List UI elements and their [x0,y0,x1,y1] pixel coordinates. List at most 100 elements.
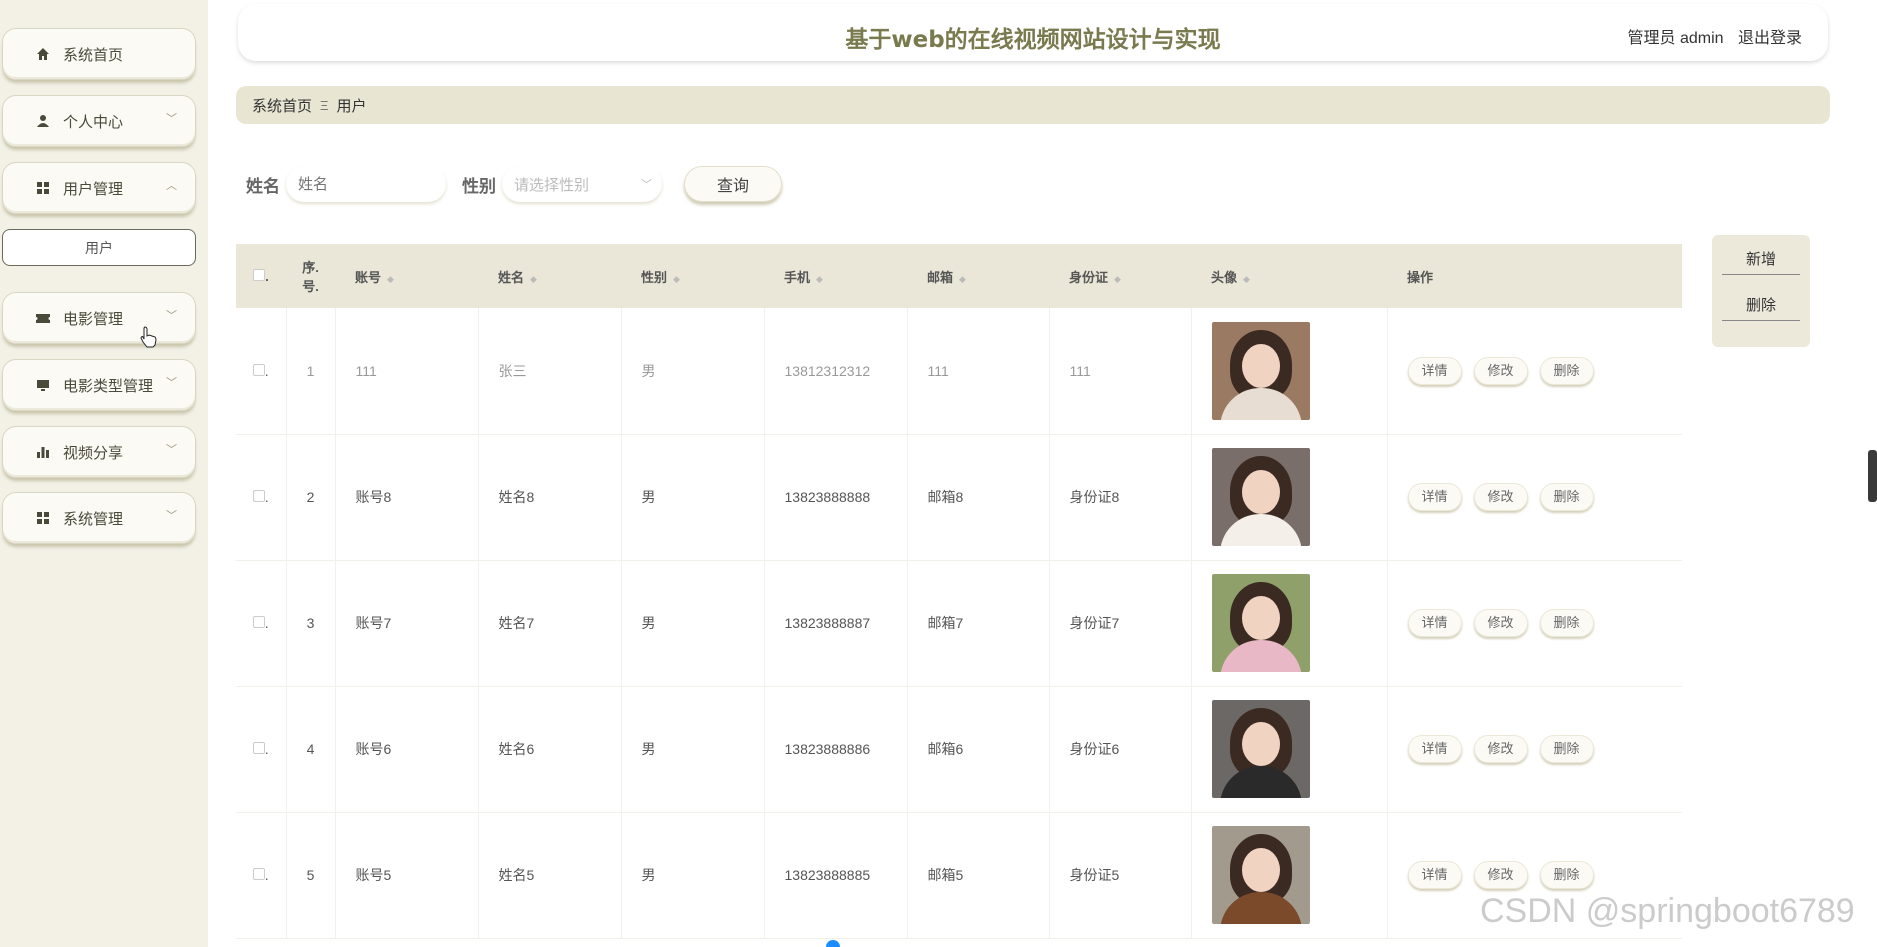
edit-button[interactable]: 修改 [1473,735,1528,763]
menu-item-movie-management[interactable]: 电影管理 ﹀ [2,292,196,344]
sort-icon[interactable]: ◆ [959,274,966,284]
avatar-face [1241,596,1280,640]
header-account[interactable]: 账号 ◆ [335,244,478,308]
row-index: 4 [286,686,336,813]
menu-item-system-management[interactable]: 系统管理 ﹀ [2,492,196,544]
row-name: 姓名6 [478,686,622,813]
row-email: 邮箱7 [907,560,1050,687]
row-checkbox[interactable] [252,868,265,880]
row-name: 姓名8 [478,434,622,561]
menu-label: 系统首页 [63,46,124,64]
detail-button[interactable]: 详情 [1407,861,1462,889]
admin-user-label: 管理员 admin [1627,30,1724,47]
row-delete-button[interactable]: 删除 [1539,735,1594,763]
row-name: 姓名5 [478,812,622,939]
row-account: 111 [335,308,479,435]
edit-button[interactable]: 修改 [1473,356,1528,385]
submenu-item-user[interactable]: 用户 [2,229,196,266]
detail-button[interactable]: 详情 [1407,356,1462,385]
select-all-checkbox[interactable] [253,268,266,281]
monitor-icon [35,377,51,393]
row-avatar-cell [1191,812,1388,939]
query-button[interactable]: 查询 [684,166,782,202]
row-delete-button[interactable]: 删除 [1539,483,1594,511]
row-gender: 男 [621,308,765,435]
app-title: 基于web的在线视频网站设计与实现 [845,27,1221,53]
grid-icon [35,510,51,526]
side-action-panel: 新增 删除 [1712,235,1810,347]
select-all-header[interactable]: . [236,244,286,308]
sort-icon[interactable]: ◆ [816,274,823,284]
row-checkbox[interactable] [252,490,265,502]
sort-icon[interactable]: ◆ [530,274,537,284]
row-actions: 详情 修改 删除 [1387,434,1682,561]
sort-icon[interactable]: ◆ [387,274,394,284]
menu-item-user-management[interactable]: 用户管理 ︿ [2,162,196,214]
name-search-input[interactable] [286,166,446,202]
menu-item-video-share[interactable]: 视频分享 ﹀ [2,426,196,478]
avatar-face [1241,343,1280,388]
avatar-image [1211,448,1310,546]
menu-item-home[interactable]: 系统首页 [2,28,196,80]
header-phone[interactable]: 手机 ◆ [764,244,907,308]
row-delete-button[interactable]: 删除 [1539,356,1594,385]
avatar-face [1241,848,1280,892]
row-checkbox[interactable] [252,616,265,628]
add-button[interactable]: 新增 [1722,243,1800,275]
row-index: 1 [286,308,336,435]
row-id-card: 身份证5 [1049,812,1192,939]
detail-button[interactable]: 详情 [1407,483,1462,511]
header-avatar[interactable]: 头像 ◆ [1191,244,1387,308]
table-row: . 5 账号5 姓名5 男 13823888885 邮箱5 身份证5 详情 修改删… [236,812,1682,939]
chevron-down-icon: ﹀ [166,510,177,522]
avatar-image [1211,321,1310,420]
search-form: 姓名 性别 请选择性别 ﹀ 查询 [246,166,782,202]
user-icon [35,113,51,129]
row-id-card: 111 [1049,308,1192,435]
sort-icon[interactable]: ◆ [1243,274,1250,284]
sort-icon[interactable]: ◆ [1114,274,1121,284]
row-avatar-cell [1191,686,1388,813]
detail-button[interactable]: 详情 [1407,609,1462,637]
row-account: 账号6 [335,686,479,813]
edit-button[interactable]: 修改 [1473,483,1528,511]
row-delete-button[interactable]: 删除 [1539,609,1594,637]
logout-link[interactable]: 退出登录 [1738,30,1802,47]
row-checkbox-cell[interactable]: . [236,686,287,813]
row-checkbox-cell[interactable]: . [236,812,287,939]
table-row: . 3 账号7 姓名7 男 13823888887 邮箱7 身份证7 详情 修改删… [236,560,1682,687]
row-checkbox-cell[interactable]: . [236,560,287,687]
edit-button[interactable]: 修改 [1473,609,1528,637]
hand-cursor-icon [140,326,158,351]
row-checkbox-cell[interactable]: . [236,434,287,561]
row-delete-button[interactable]: 删除 [1539,861,1594,889]
gender-select[interactable]: 请选择性别 ﹀ [502,166,662,202]
menu-item-personal-center[interactable]: 个人中心 ﹀ [2,95,196,147]
page-scrollbar[interactable] [1868,450,1877,502]
sort-icon[interactable]: ◆ [673,274,680,284]
header-actions: 操作 [1407,269,1434,285]
delete-button[interactable]: 删除 [1722,289,1800,321]
row-index: 5 [286,812,336,939]
row-checkbox[interactable] [252,742,265,754]
row-checkbox-cell[interactable]: . [236,308,287,435]
table-row: . 2 账号8 姓名8 男 13823888888 邮箱8 身份证8 详情 修改删… [236,434,1682,561]
row-phone: 13823888886 [764,686,908,813]
row-name: 姓名7 [478,560,622,687]
row-email: 邮箱8 [907,434,1050,561]
row-avatar-cell [1191,560,1388,687]
breadcrumb-home[interactable]: 系统首页 [252,95,312,116]
bar-chart-icon [35,444,51,460]
gender-select-placeholder: 请选择性别 [514,176,590,194]
menu-item-movie-type-management[interactable]: 电影类型管理 ﹀ [2,359,196,411]
row-checkbox[interactable] [252,363,265,376]
header-name[interactable]: 姓名 ◆ [478,244,621,308]
top-header: 基于web的在线视频网站设计与实现 管理员 admin 退出登录 [238,4,1828,61]
ticket-icon [35,310,51,326]
header-email[interactable]: 邮箱 ◆ [907,244,1049,308]
row-phone: 13812312312 [764,308,908,435]
detail-button[interactable]: 详情 [1407,735,1462,763]
header-id-card[interactable]: 身份证 ◆ [1049,244,1191,308]
header-gender[interactable]: 性别 ◆ [621,244,764,308]
edit-button[interactable]: 修改 [1473,861,1528,889]
